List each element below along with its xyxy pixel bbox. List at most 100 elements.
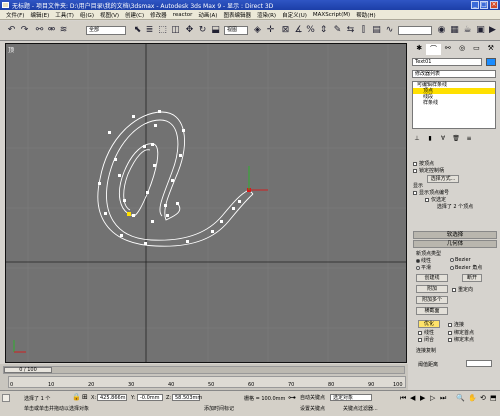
render-setup-icon[interactable]: ▦: [449, 25, 460, 36]
select-move-icon[interactable]: ✥: [184, 25, 195, 36]
auto-key-button[interactable]: 自动关键点: [300, 394, 325, 401]
time-slider[interactable]: 0 / 100: [3, 366, 405, 374]
snaps-toggle-icon[interactable]: ⊠: [280, 25, 291, 36]
percent-snap-icon[interactable]: %: [305, 25, 316, 36]
hierarchy-tab-icon[interactable]: ⚯: [441, 44, 455, 55]
bind-first-option[interactable]: 绑定首点: [448, 329, 474, 336]
linear-option[interactable]: 线性: [418, 329, 434, 336]
selected-only-option[interactable]: 仅选定: [413, 197, 497, 204]
track-bar[interactable]: 0 10 20 30 40 50 60 70 80 90 100: [8, 376, 406, 388]
display-tab-icon[interactable]: ▭: [469, 44, 483, 55]
menu-file[interactable]: 文件(F): [6, 11, 24, 19]
modify-tab-icon[interactable]: ⌒: [426, 44, 441, 55]
viewport-label[interactable]: 顶: [8, 45, 14, 54]
mirror-icon[interactable]: ⇆: [345, 25, 356, 36]
previous-frame-icon[interactable]: ◀: [410, 394, 415, 402]
configure-sets-icon[interactable]: ≡: [464, 135, 474, 143]
maximize-viewport-icon[interactable]: ⬒: [490, 394, 497, 402]
vertex-type-bezier-corner[interactable]: Bezier 角点: [450, 264, 482, 271]
x-coordinate-field[interactable]: 425.866m: [97, 394, 127, 401]
curve-editor-icon[interactable]: ∿: [384, 25, 395, 36]
make-unique-icon[interactable]: ∀: [438, 135, 448, 143]
maxscript-listener-icon[interactable]: [2, 394, 10, 402]
select-rotate-icon[interactable]: ↻: [197, 25, 208, 36]
lock-handles-option[interactable]: 锁定控制柄: [413, 168, 497, 175]
select-region-icon[interactable]: ⬚: [157, 25, 168, 36]
vertex-type-linear[interactable]: 线性: [416, 257, 431, 264]
orbit-icon[interactable]: ⟲: [480, 394, 486, 402]
menu-create[interactable]: 创建(C): [125, 11, 144, 19]
top-viewport[interactable]: 顶: [5, 43, 407, 363]
key-filters-button[interactable]: 关键点过滤器...: [343, 405, 378, 412]
spinner-snap-icon[interactable]: ⇕: [318, 25, 329, 36]
manipulate-icon[interactable]: ✛: [265, 25, 276, 36]
menu-tools[interactable]: 工具(T): [55, 11, 74, 19]
vertex-type-bezier[interactable]: Bezier: [450, 257, 471, 263]
remove-modifier-icon[interactable]: 🗑: [451, 135, 461, 143]
selection-method-button[interactable]: 选择方式...: [427, 175, 459, 183]
menu-edit[interactable]: 编辑(E): [30, 11, 49, 19]
zoom-icon[interactable]: 🔍: [456, 394, 465, 402]
material-editor-icon[interactable]: ◉: [436, 25, 447, 36]
z-coordinate-field[interactable]: 58.503mm: [172, 394, 202, 401]
object-name-field[interactable]: Text01: [412, 58, 482, 66]
render-icon[interactable]: ▣: [475, 25, 486, 36]
redo-icon[interactable]: ↷: [19, 25, 30, 36]
selected-object-dropdown[interactable]: 选定对象: [330, 394, 372, 401]
render-last-icon[interactable]: ▶: [487, 25, 498, 36]
unlink-icon[interactable]: ⚮: [46, 25, 57, 36]
select-object-icon[interactable]: ⬉: [132, 25, 143, 36]
undo-icon[interactable]: ↶: [6, 25, 17, 36]
go-to-start-icon[interactable]: ⏮: [400, 394, 406, 403]
link-icon[interactable]: ⚯: [34, 25, 45, 36]
selection-filter-dropdown[interactable]: 全部: [86, 26, 126, 35]
minimize-button[interactable]: _: [471, 1, 479, 9]
close-button[interactable]: ×: [490, 1, 498, 9]
create-line-button[interactable]: 创建线: [416, 274, 448, 282]
angle-snap-icon[interactable]: ∡: [293, 25, 304, 36]
maximize-button[interactable]: □: [480, 1, 488, 9]
menu-group[interactable]: 组(G): [80, 11, 94, 19]
play-icon[interactable]: ▶: [420, 394, 425, 402]
absolute-mode-icon[interactable]: ⊞: [82, 393, 88, 401]
select-by-name-icon[interactable]: ≣: [144, 25, 155, 36]
select-scale-icon[interactable]: ⬓: [210, 25, 221, 36]
reference-coordinate-dropdown[interactable]: 视图: [224, 26, 248, 35]
bind-last-option[interactable]: 绑定末点: [448, 336, 474, 343]
pan-icon[interactable]: ✋: [468, 394, 477, 402]
connect-option[interactable]: 连接: [448, 321, 464, 328]
create-tab-icon[interactable]: ✱: [412, 44, 426, 55]
set-key-button[interactable]: 设置关键点: [300, 405, 325, 412]
selection-lock-icon[interactable]: 🔒: [72, 393, 81, 401]
menu-views[interactable]: 视图(V): [100, 11, 119, 19]
go-to-end-icon[interactable]: ⏭: [440, 394, 446, 403]
menu-reactor[interactable]: reactor: [173, 12, 193, 18]
cross-section-button[interactable]: 横截面: [416, 307, 448, 315]
soft-selection-rollout[interactable]: 软选择: [413, 231, 497, 239]
menu-graph-editors[interactable]: 图表编辑器: [223, 11, 251, 19]
attach-button[interactable]: 附加: [416, 285, 448, 293]
by-vertex-option[interactable]: 按顶点: [413, 161, 497, 168]
window-crossing-icon[interactable]: ◫: [170, 25, 181, 36]
named-selection-icon[interactable]: ✎: [332, 25, 343, 36]
menu-customize[interactable]: 自定义(U): [282, 11, 307, 19]
key-icon[interactable]: ⊶: [288, 393, 296, 402]
stack-item-spline[interactable]: 样条线: [413, 100, 495, 106]
geometry-rollout[interactable]: 几何体: [413, 240, 497, 248]
show-end-result-icon[interactable]: ▮: [425, 135, 435, 143]
menu-modifiers[interactable]: 修改器: [150, 11, 167, 19]
vertex-type-smooth[interactable]: 平滑: [416, 264, 431, 271]
menu-maxscript[interactable]: MAXScript(M): [313, 12, 350, 18]
y-coordinate-field[interactable]: -0.0mm: [137, 394, 163, 401]
reorient-option[interactable]: 重定向: [452, 286, 473, 293]
threshold-distance-field[interactable]: [466, 360, 492, 367]
utilities-tab-icon[interactable]: ⚒: [484, 44, 498, 55]
next-frame-icon[interactable]: ▷: [430, 394, 435, 402]
quick-render-icon[interactable]: ☕: [462, 25, 473, 36]
refine-button[interactable]: 优化: [418, 320, 440, 328]
layer-manager-icon[interactable]: ▤: [371, 25, 382, 36]
modifier-list-dropdown[interactable]: 修改器列表: [412, 70, 496, 78]
closed-option[interactable]: 闭合: [418, 336, 434, 343]
time-slider-thumb[interactable]: 0 / 100: [4, 367, 52, 373]
motion-tab-icon[interactable]: ◎: [455, 44, 469, 55]
